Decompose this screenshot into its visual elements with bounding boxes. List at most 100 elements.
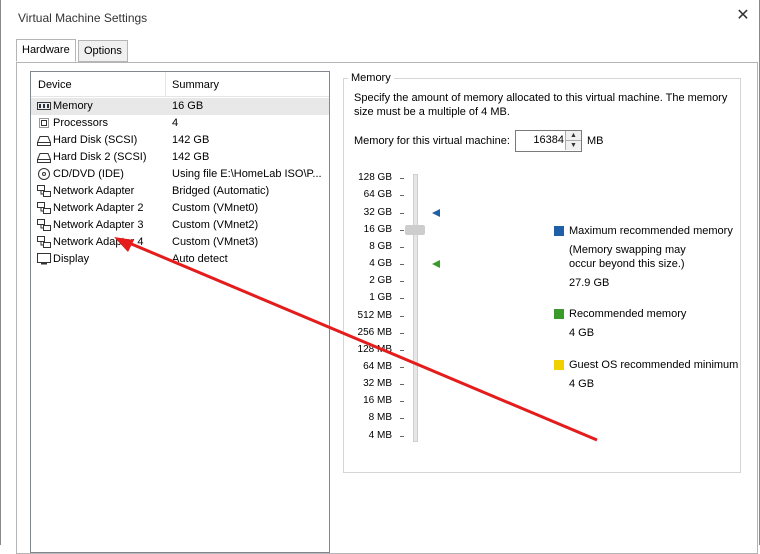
device-name: Hard Disk (SCSI) bbox=[53, 134, 138, 146]
device-name: Network Adapter bbox=[53, 185, 135, 197]
device-name: Network Adapter 4 bbox=[53, 236, 144, 248]
scale-label: 128 MB bbox=[357, 344, 392, 355]
memory-group-title: Memory bbox=[348, 72, 394, 84]
network-adapter-icon bbox=[37, 219, 51, 231]
device-summary: 16 GB bbox=[172, 100, 204, 112]
device-summary: 142 GB bbox=[172, 151, 210, 163]
scale-label: 64 MB bbox=[363, 361, 392, 372]
memory-input[interactable]: 16384 bbox=[516, 134, 564, 146]
memory-slider-thumb[interactable] bbox=[405, 225, 425, 235]
device-row-memory[interactable]: Memory 16 GB bbox=[31, 98, 329, 115]
device-row-network-adapter-4[interactable]: Network Adapter 4 Custom (VMnet3) bbox=[31, 234, 329, 251]
memory-icon bbox=[37, 102, 51, 110]
device-summary: Custom (VMnet2) bbox=[172, 219, 259, 231]
device-row-hard-disk-2[interactable]: Hard Disk 2 (SCSI) 142 GB bbox=[31, 149, 329, 166]
title-bar: Virtual Machine Settings ✕ bbox=[1, 0, 759, 36]
display-icon bbox=[37, 253, 51, 265]
scale-label: 4 MB bbox=[368, 430, 392, 441]
device-row-display[interactable]: Display Auto detect bbox=[31, 251, 329, 268]
memory-stepper[interactable]: 16384 ▲ ▼ bbox=[515, 130, 582, 152]
scale-label: 2 GB bbox=[369, 275, 392, 286]
device-name: Display bbox=[53, 253, 90, 265]
tick-mark bbox=[400, 247, 404, 248]
tick-mark bbox=[400, 436, 404, 437]
guest-os-minimum-swatch bbox=[554, 360, 564, 370]
hard-disk-icon bbox=[37, 136, 51, 146]
scale-label: 4 GB bbox=[369, 258, 392, 269]
tick-mark bbox=[400, 230, 404, 231]
window-title: Virtual Machine Settings bbox=[18, 11, 148, 25]
tick-mark bbox=[400, 281, 404, 282]
cd-dvd-icon bbox=[38, 168, 50, 180]
max-recommended-value: 27.9 GB bbox=[569, 277, 610, 289]
device-summary: Using file E:\HomeLab ISO\P... bbox=[172, 168, 322, 180]
device-row-network-adapter-2[interactable]: Network Adapter 2 Custom (VMnet0) bbox=[31, 200, 329, 217]
hard-disk-icon bbox=[37, 153, 51, 163]
network-adapter-icon bbox=[37, 185, 51, 197]
tick-mark bbox=[400, 418, 404, 419]
device-summary: Auto detect bbox=[172, 253, 228, 265]
device-name: Network Adapter 2 bbox=[53, 202, 144, 214]
memory-unit: MB bbox=[587, 135, 604, 147]
device-name: Memory bbox=[53, 100, 93, 112]
tab-hardware[interactable]: Hardware bbox=[16, 39, 76, 62]
tick-mark bbox=[400, 178, 404, 179]
memory-description: Specify the amount of memory allocated t… bbox=[354, 92, 728, 118]
column-header-summary[interactable]: Summary bbox=[172, 79, 219, 91]
max-recommended-label: Maximum recommended memory bbox=[569, 225, 733, 237]
guest-os-minimum-label: Guest OS recommended minimum bbox=[569, 359, 739, 371]
max-recommended-swatch bbox=[554, 226, 564, 236]
memory-slider-track[interactable] bbox=[413, 174, 418, 442]
scale-label: 8 GB bbox=[369, 241, 392, 252]
tick-mark bbox=[400, 333, 404, 334]
column-separator[interactable] bbox=[165, 72, 166, 96]
scale-label: 32 MB bbox=[363, 378, 392, 389]
scale-label: 16 GB bbox=[363, 224, 392, 235]
device-name: CD/DVD (IDE) bbox=[53, 168, 124, 180]
guest-os-minimum-value: 4 GB bbox=[569, 378, 595, 390]
max-recommended-marker-icon bbox=[432, 209, 440, 217]
recommended-marker-icon bbox=[432, 260, 440, 268]
device-row-hard-disk[interactable]: Hard Disk (SCSI) 142 GB bbox=[31, 132, 329, 149]
device-name: Processors bbox=[53, 117, 109, 129]
device-summary: 142 GB bbox=[172, 134, 210, 146]
max-recommended-note: (Memory swapping may occur beyond this s… bbox=[569, 244, 686, 270]
tick-mark bbox=[400, 298, 404, 299]
scale-label: 1 GB bbox=[369, 292, 392, 303]
device-row-network-adapter-3[interactable]: Network Adapter 3 Custom (VMnet2) bbox=[31, 217, 329, 234]
tab-options[interactable]: Options bbox=[78, 40, 128, 62]
device-summary: Bridged (Automatic) bbox=[172, 185, 270, 197]
scale-label: 128 GB bbox=[358, 172, 392, 183]
tick-mark bbox=[400, 195, 404, 196]
spin-down-icon[interactable]: ▼ bbox=[565, 141, 581, 150]
spin-up-icon[interactable]: ▲ bbox=[565, 131, 581, 141]
tick-mark bbox=[400, 367, 404, 368]
tick-mark bbox=[400, 401, 404, 402]
tick-mark bbox=[400, 384, 404, 385]
memory-field-label: Memory for this virtual machine: bbox=[354, 135, 510, 147]
tick-mark bbox=[400, 264, 404, 265]
scale-label: 32 GB bbox=[363, 207, 392, 218]
scale-label: 64 GB bbox=[363, 189, 392, 200]
recommended-label: Recommended memory bbox=[569, 308, 687, 320]
device-name: Hard Disk 2 (SCSI) bbox=[53, 151, 147, 163]
column-header-device[interactable]: Device bbox=[38, 79, 72, 91]
scale-label: 8 MB bbox=[368, 412, 392, 423]
vm-settings-window: Virtual Machine Settings ✕ Hardware Opti… bbox=[0, 0, 760, 554]
device-summary: Custom (VMnet3) bbox=[172, 236, 259, 248]
device-name: Network Adapter 3 bbox=[53, 219, 144, 231]
device-row-processors[interactable]: Processors 4 bbox=[31, 115, 329, 132]
recommended-swatch bbox=[554, 309, 564, 319]
tick-mark bbox=[400, 350, 404, 351]
network-adapter-icon bbox=[37, 202, 51, 214]
network-adapter-icon bbox=[37, 236, 51, 248]
device-list[interactable]: Device Summary Memory 16 GB Processors 4… bbox=[30, 71, 330, 553]
device-row-cd-dvd[interactable]: CD/DVD (IDE) Using file E:\HomeLab ISO\P… bbox=[31, 166, 329, 183]
close-icon[interactable]: ✕ bbox=[735, 8, 751, 24]
device-row-network-adapter[interactable]: Network Adapter Bridged (Automatic) bbox=[31, 183, 329, 200]
list-header: Device Summary bbox=[31, 72, 329, 97]
tick-mark bbox=[400, 316, 404, 317]
scale-label: 512 MB bbox=[357, 310, 392, 321]
scale-label: 256 MB bbox=[357, 327, 392, 338]
scale-label: 16 MB bbox=[363, 395, 392, 406]
